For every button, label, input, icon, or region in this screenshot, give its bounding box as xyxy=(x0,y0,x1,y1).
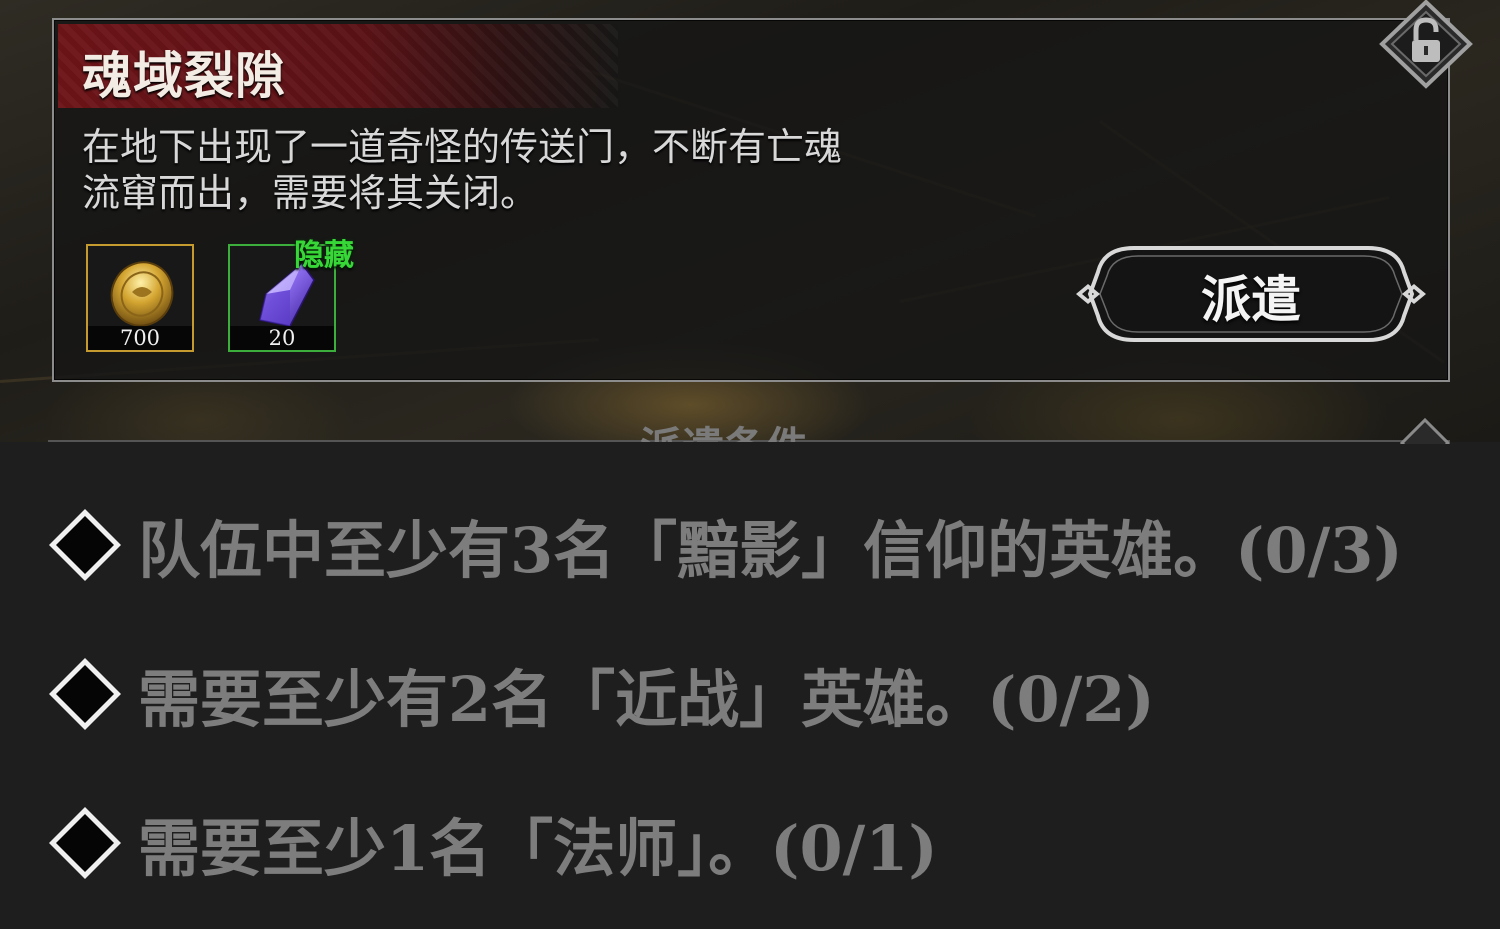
reward-count: 20 xyxy=(230,326,334,350)
mission-description: 在地下出现了一道奇怪的传送门，不断有亡魂 流窜而出，需要将其关闭。 xyxy=(82,124,982,216)
unlocked-padlock-icon xyxy=(1379,0,1473,89)
condition-text: 需要至少有2名「近战」英雄。(0/2) xyxy=(138,663,1155,736)
hidden-reward-tag: 隐藏 xyxy=(294,238,354,273)
condition-item: 需要至少1名「法师」。(0/1) xyxy=(46,803,938,885)
reward-count: 700 xyxy=(88,326,192,350)
gold-coin-icon xyxy=(110,261,174,327)
lock-toggle[interactable] xyxy=(1378,0,1474,90)
mission-title-bar: 魂域裂隙 xyxy=(58,24,618,108)
mission-card: 魂域裂隙 在地下出现了一道奇怪的传送门，不断有亡魂 流窜而出，需要将其关闭。 7… xyxy=(52,18,1450,382)
reward-item-gold[interactable]: 700 xyxy=(86,244,194,352)
description-line-2: 流窜而出，需要将其关闭。 xyxy=(82,171,539,215)
corner-diamond-icon xyxy=(1400,418,1450,444)
conditions-section-title: 派遣条件 xyxy=(640,420,808,442)
dispatch-button-label: 派遣 xyxy=(1201,270,1301,329)
condition-item: 队伍中至少有3名「黯影」信仰的英雄。(0/3) xyxy=(46,505,1403,587)
diamond-bullet-icon xyxy=(49,658,121,730)
condition-item: 需要至少有2名「近战」英雄。(0/2) xyxy=(46,654,1155,736)
mission-title: 魂域裂隙 xyxy=(82,46,286,105)
dispatch-button[interactable]: 派遣 xyxy=(1072,242,1430,346)
condition-text: 队伍中至少有3名「黯影」信仰的英雄。(0/3) xyxy=(138,514,1403,587)
condition-text: 需要至少1名「法师」。(0/1) xyxy=(138,812,938,885)
diamond-bullet-icon xyxy=(49,509,121,581)
description-line-1: 在地下出现了一道奇怪的传送门，不断有亡魂 xyxy=(82,125,843,169)
diamond-bullet-icon xyxy=(49,807,121,879)
